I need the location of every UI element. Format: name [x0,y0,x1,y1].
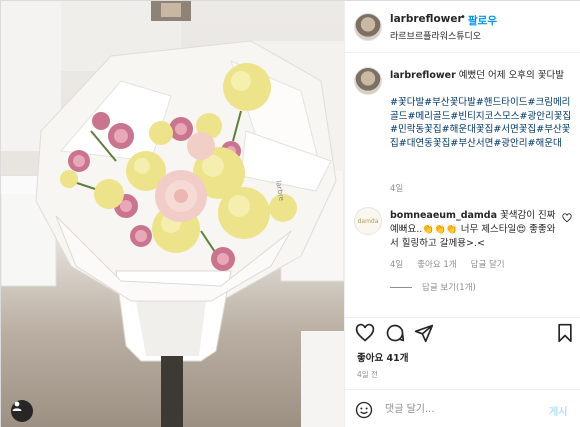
location-link[interactable]: 라르브르플라워스튜디오 [390,29,481,42]
post-side-panel: larbreflower • 팔로우 라르브르플라워스튜디오 larbreflo… [344,1,580,427]
comment-input[interactable] [385,400,535,418]
add-comment-bar: 게시 [345,389,580,427]
caption-time[interactable]: 4일 [390,182,403,194]
person-icon [12,401,22,411]
caption-avatar[interactable] [354,67,382,95]
comment-likes[interactable]: 좋아요 1개 [417,258,456,270]
header-username[interactable]: larbreflower [390,13,463,25]
comment-time[interactable]: 4일 [390,258,403,270]
view-replies-button[interactable]: 답글 보기(1개) [390,281,476,293]
reply-button[interactable]: 답글 달기 [471,258,505,270]
replies-line [390,286,412,288]
avatar[interactable] [354,13,382,41]
heart-icon[interactable] [355,323,375,343]
post-photo[interactable]: larbre [1,1,344,427]
comment-meta: 4일 좋아요 1개 답글 달기 [390,258,505,270]
like-count[interactable]: 좋아요 41개 [357,350,409,364]
caption-hashtags[interactable]: #꽃다발#부산꽃다발#핸드타이드#크림메리골드#메리골드#빈티지코스모스#광안리… [390,96,576,150]
share-icon[interactable] [414,323,434,343]
post-time[interactable]: 4일 전 [357,369,378,380]
separator-dot: • [460,12,466,23]
emoji-icon[interactable] [355,401,373,419]
caption: larbreflower 예뻤던 어제 오후의 꽃다발 [390,69,576,83]
user-tag-icon[interactable] [11,400,33,422]
action-bar [345,317,580,347]
comment-username[interactable]: bomneaeum_damda [390,210,497,221]
post-header: larbreflower • 팔로우 라르브르플라워스튜디오 [345,1,580,53]
comment-like-heart-icon[interactable] [562,213,572,223]
bouquet-image: larbre [1,1,344,427]
comments-list[interactable]: larbreflower 예뻤던 어제 오후의 꽃다발 #꽃다발#부산꽃다발#핸… [345,54,580,309]
comment: bomneaeum_damda 꽃색감이 진짜 예뻐요..👏👏👏 너무 제스타일… [390,209,560,252]
comment-icon[interactable] [385,323,405,343]
caption-text: 예뻤던 어제 오후의 꽃다발 [458,70,564,81]
post-comment-button[interactable]: 게시 [549,403,567,418]
post-dialog: larbre larbreflower • 팔로우 라르브르플라워스튜디오 la… [0,0,580,427]
bookmark-icon[interactable] [556,323,574,343]
follow-button[interactable]: 팔로우 [468,13,497,28]
commenter-avatar[interactable]: damda [354,207,382,235]
caption-username[interactable]: larbreflower [390,70,456,81]
view-replies-label: 답글 보기(1개) [422,283,476,293]
